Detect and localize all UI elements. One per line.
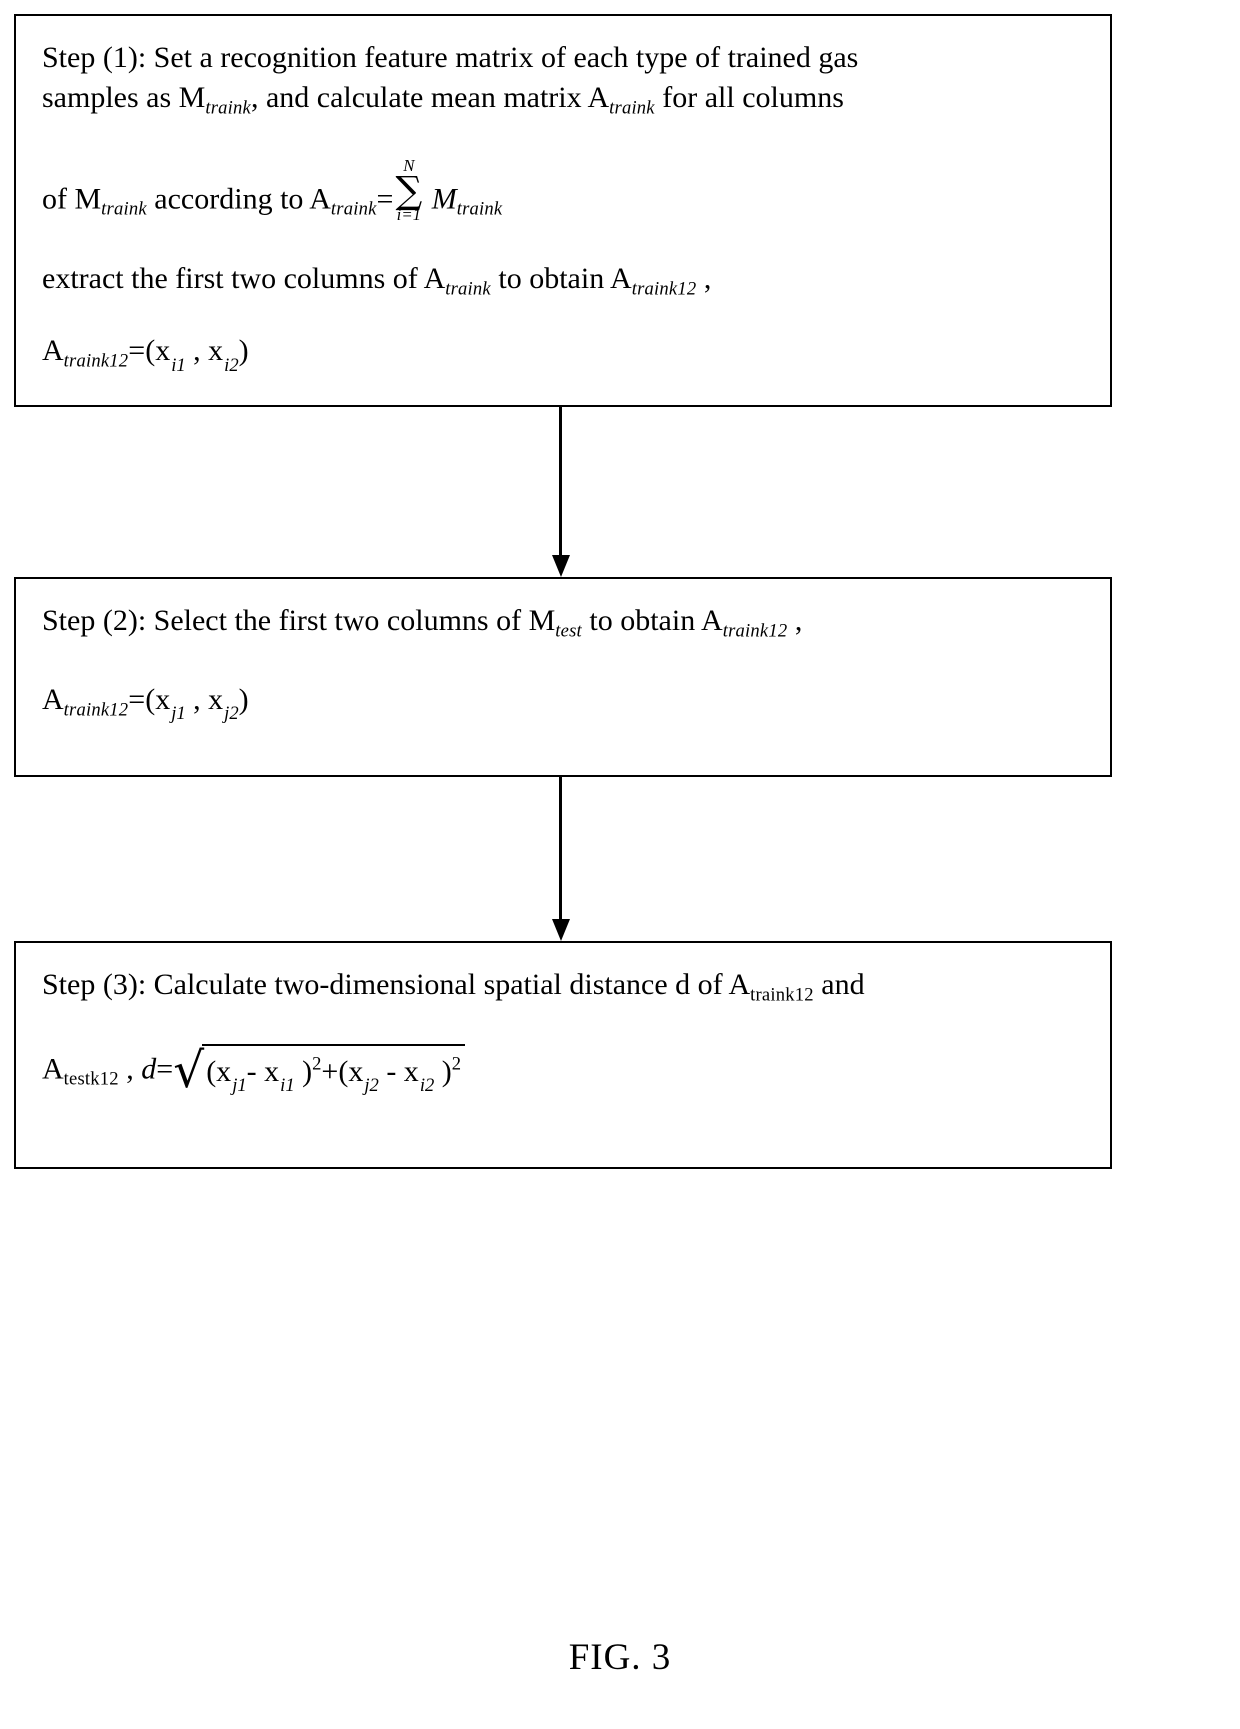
step-1-line-3-part-b: according to A: [146, 182, 331, 216]
step-3-line-1-part-b: and: [813, 968, 865, 1001]
step-2-line-2-comma: , x: [185, 682, 224, 716]
subscript-test: test: [555, 620, 582, 642]
subscript-traink12: traink12: [722, 620, 788, 642]
step-2-line-2-part-a: A: [42, 682, 64, 716]
step-2-line-2-close-paren: ): [238, 682, 249, 716]
step-2-line-2-equals: =(x: [128, 682, 171, 716]
radicand: (xj1- xi1 )2+(xj2 - xi2 )2: [202, 1043, 466, 1099]
step-1-line-2-part-c: for all columns: [654, 80, 844, 114]
distance-variable-d: d: [141, 1052, 157, 1086]
radicand-close-1: ): [294, 1054, 313, 1088]
step-1-line-5-part-a: A: [42, 334, 64, 368]
step-2-line-1-part-a: Step (2): Select the first two columns o…: [42, 604, 556, 637]
step-1-line-5-formula: Atraink12=(xi1 , xi2): [42, 331, 1084, 378]
step-2-line-2-formula: Atraink12=(xj1 , xj2): [42, 680, 1084, 727]
step-3-line-2-formula: Atestk12 , d=√(xj1- xi1 )2+(xj2 - xi2 )2: [42, 1042, 1084, 1099]
step-1-line-2-part-b: , and calculate mean matrix A: [250, 80, 610, 114]
subscript-traink12: traink12: [750, 984, 814, 1006]
step-1-line-3-part-c: M: [431, 182, 457, 216]
step-box-1: Step (1): Set a recognition feature matr…: [14, 14, 1112, 407]
step-1-line-1-text: Step (1): Set a recognition feature matr…: [42, 41, 859, 74]
square-root-expression: √(xj1- xi1 )2+(xj2 - xi2 )2: [173, 1042, 466, 1099]
subscript-testk12: testk12: [63, 1068, 119, 1090]
radicand-open-1: (x: [206, 1054, 232, 1088]
subscript-traink12: traink12: [63, 350, 129, 372]
step-3-line-2-comma: ,: [118, 1052, 142, 1086]
arrow-shaft: [559, 407, 562, 557]
subscript-traink: traink: [456, 199, 503, 221]
radicand-minus-2: - x: [378, 1054, 419, 1088]
step-1-line-4: extract the first two columns of Atraink…: [42, 259, 1084, 302]
arrow-step2-to-step3: [548, 777, 574, 941]
step-3-line-1-part-a: Step (3): Calculate two-dimensional spat…: [42, 968, 751, 1001]
step-1-line-5-close-paren: ): [238, 334, 249, 368]
radicand-close-2: ): [434, 1054, 452, 1088]
radicand-plus: +(x: [321, 1054, 364, 1088]
step-1-line-4-part-a: extract the first two columns of A: [42, 261, 446, 295]
step-1-line-5-equals: =(x: [128, 334, 171, 368]
exponent-2: 2: [451, 1053, 462, 1075]
arrow-step1-to-step2: [548, 407, 574, 577]
figure-sheet: Step (1): Set a recognition feature matr…: [0, 0, 1240, 1729]
step-3-line-1: Step (3): Calculate two-dimensional spat…: [42, 965, 1084, 1008]
subscript-j1: j1: [232, 1075, 247, 1097]
arrow-head-icon: [552, 555, 570, 577]
step-2-line-1: Step (2): Select the first two columns o…: [42, 601, 1084, 644]
subscript-traink12: traink12: [631, 277, 697, 299]
summation-operator: N ∑ i=1: [395, 158, 422, 223]
step-box-2: Step (2): Select the first two columns o…: [14, 577, 1112, 777]
subscript-i2: i2: [224, 354, 239, 376]
figure-caption: FIG. 3: [568, 1637, 672, 1678]
subscript-j2: j2: [224, 703, 239, 725]
summation-lower-limit: i=1: [396, 204, 422, 224]
subscript-i1: i1: [280, 1075, 295, 1097]
arrow-shaft: [559, 777, 562, 921]
subscript-traink: traink: [205, 96, 251, 118]
arrow-head-icon: [552, 919, 570, 941]
step-1-line-4-part-c: ,: [696, 261, 712, 295]
step-1-line-3-formula: of Mtraink according to Atraink= N ∑ i=1 Mt…: [42, 156, 1084, 223]
step-1-line-3-part-a: of M: [42, 182, 102, 216]
subscript-traink12: traink12: [63, 699, 129, 721]
step-1-line-1: Step (1): Set a recognition feature matr…: [42, 38, 1084, 78]
step-2-line-1-part-b: to obtain A: [581, 604, 723, 637]
sigma-icon: ∑: [395, 168, 423, 213]
step-2-line-1-part-c: ,: [787, 604, 803, 637]
subscript-i2: i2: [419, 1075, 435, 1097]
subscript-traink: traink: [609, 96, 655, 118]
subscript-i1: i1: [171, 354, 186, 376]
step-1-line-5-comma: , x: [185, 334, 224, 368]
equals-sign: =: [376, 182, 394, 216]
step-box-3: Step (3): Calculate two-dimensional spat…: [14, 941, 1112, 1169]
subscript-traink: traink: [330, 199, 377, 221]
step-1-line-2-part-a: samples as M: [42, 80, 206, 114]
step-3-line-2-part-a: A: [42, 1052, 64, 1086]
radicand-minus-1: - x: [246, 1054, 280, 1088]
subscript-j2: j2: [364, 1075, 379, 1097]
step-3-equals: =: [156, 1052, 174, 1086]
radical-icon: √: [173, 1042, 205, 1099]
step-1-line-4-part-b: to obtain A: [490, 261, 632, 295]
step-1-line-2: samples as Mtraink, and calculate mean m…: [42, 78, 1084, 121]
subscript-j1: j1: [171, 703, 186, 725]
subscript-traink: traink: [101, 199, 147, 221]
subscript-traink: traink: [445, 277, 491, 299]
